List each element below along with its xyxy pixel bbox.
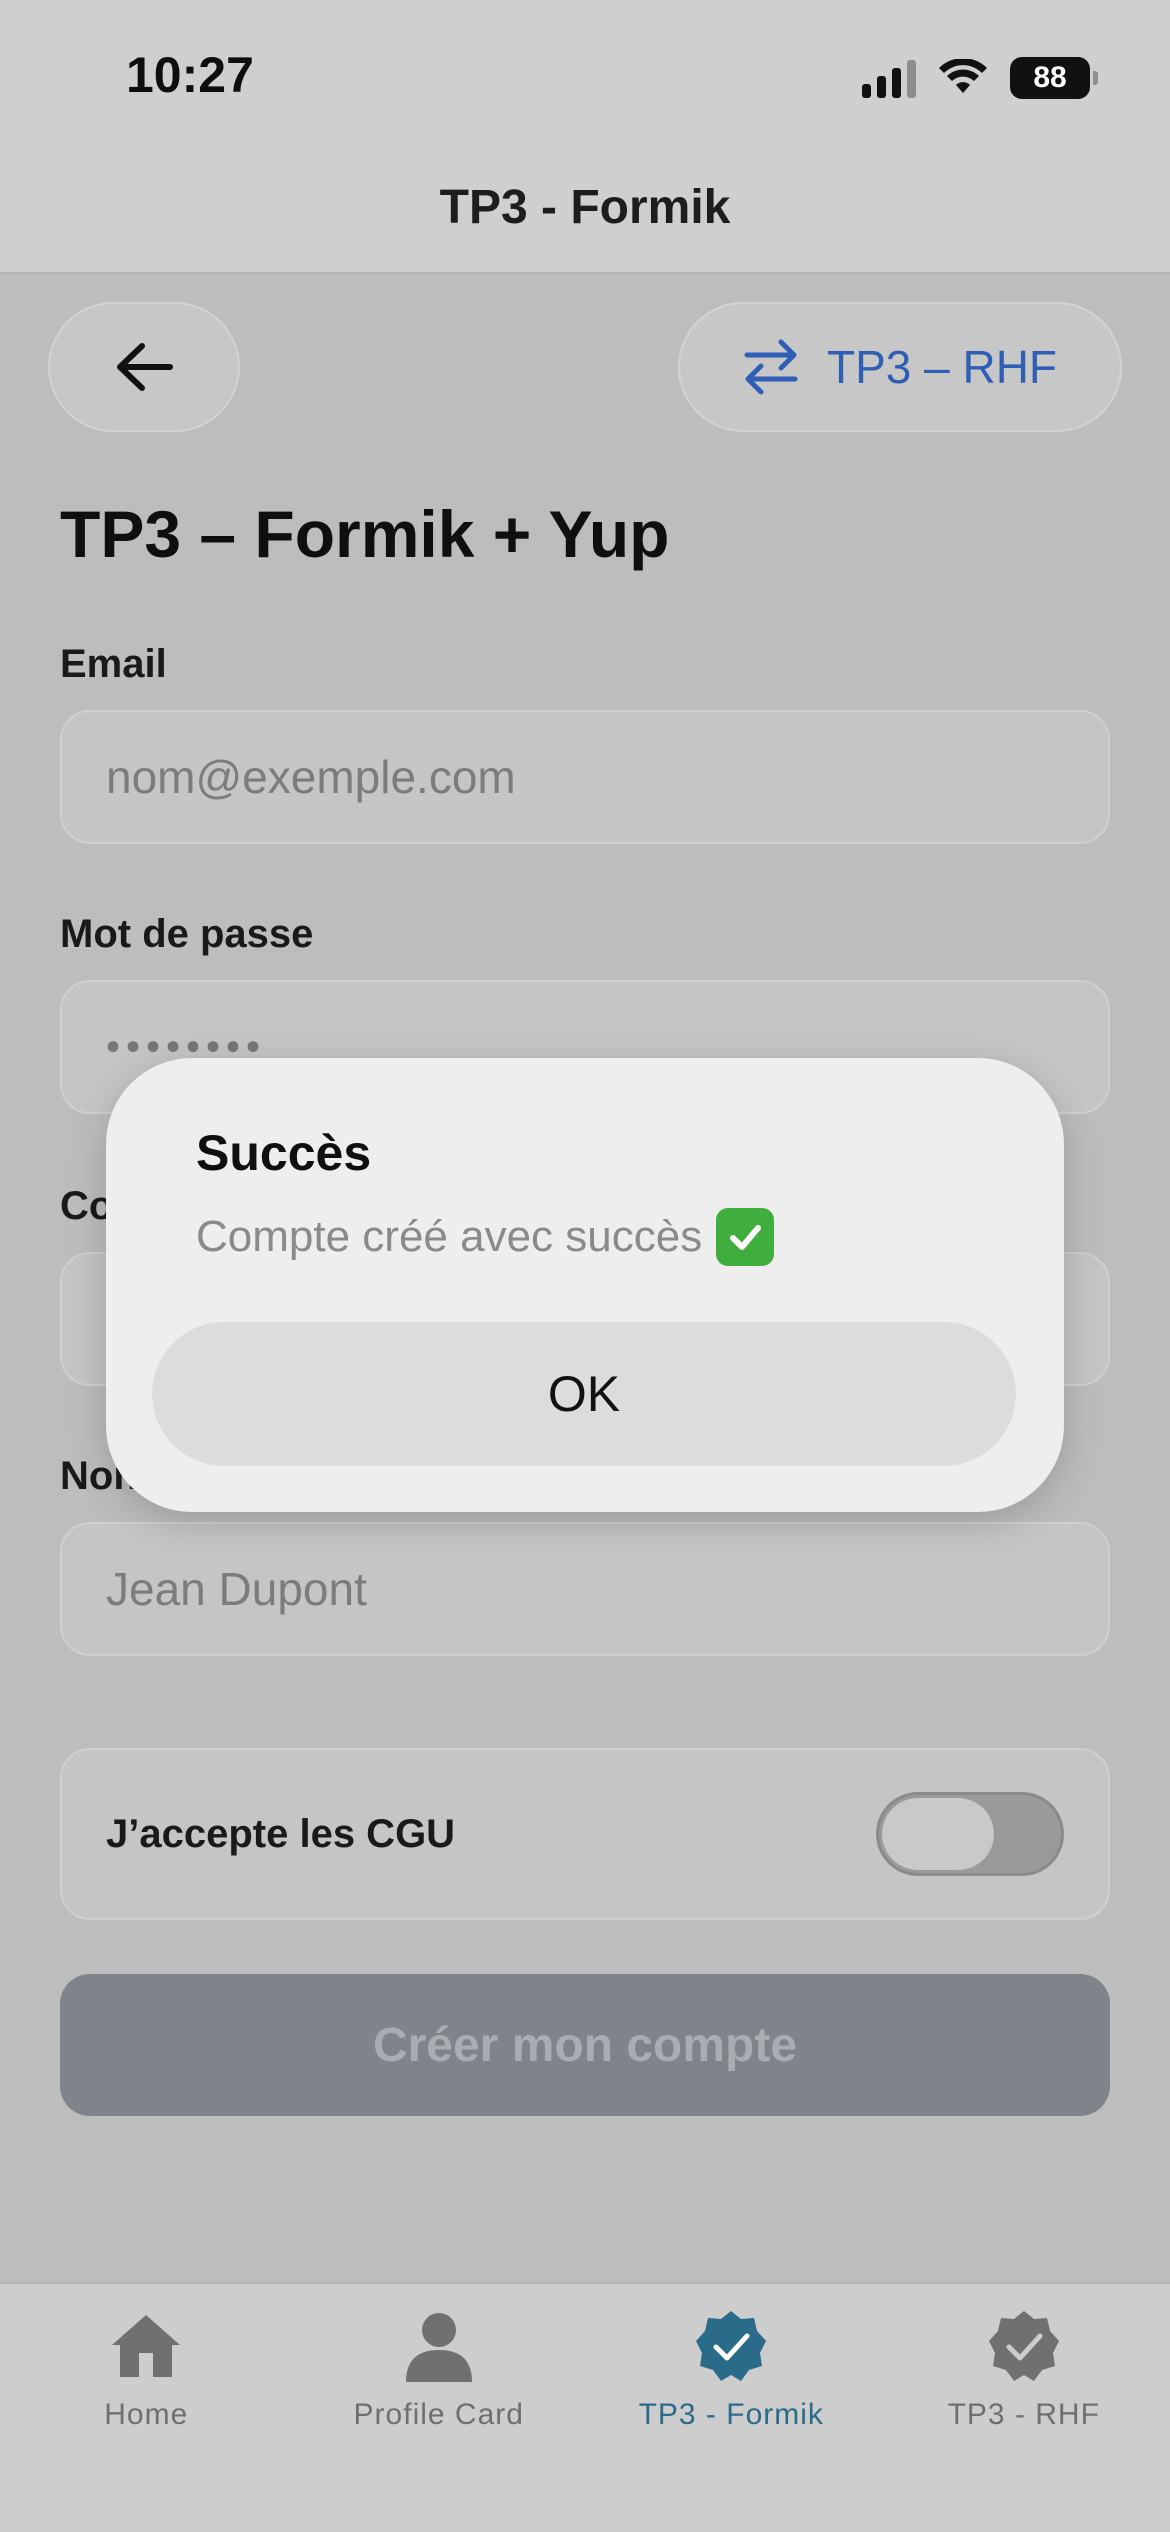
status-icons: 88: [862, 56, 1098, 100]
top-header: 10:27 88 TP3 - Formik: [0, 0, 1170, 274]
status-time: 10:27: [126, 47, 254, 103]
check-mark-button-icon: [716, 1208, 775, 1266]
battery-icon: 88: [1010, 57, 1098, 99]
cgu-row: J’accepte les CGU: [60, 1748, 1110, 1920]
tab-tp3-formik[interactable]: TP3 - Formik: [585, 2284, 878, 2532]
password-label: Mot de passe: [60, 912, 314, 956]
tab-bar: Home Profile Card TP3 - Formik TP3 - RHF: [0, 2282, 1170, 2532]
alert-message: Compte créé avec succès: [196, 1212, 703, 1261]
person-icon: [399, 2308, 479, 2384]
tab-profile-card[interactable]: Profile Card: [293, 2284, 586, 2532]
alert-title: Succès: [196, 1125, 372, 1181]
swap-arrows-icon: [744, 339, 798, 395]
tab-tp3-rhf-label: TP3 - RHF: [947, 2398, 1100, 2431]
nav-title: TP3 - Formik: [439, 181, 731, 234]
toggle-knob: [882, 1798, 994, 1870]
app-screen: 10:27 88 TP3 - Formik TP3 – RHF TP3 – Fo…: [0, 0, 1170, 2532]
tab-tp3-rhf[interactable]: TP3 - RHF: [878, 2284, 1170, 2532]
cgu-toggle[interactable]: [876, 1792, 1064, 1876]
create-account-button[interactable]: Créer mon compte: [60, 1974, 1110, 2116]
alert-ok-button[interactable]: OK: [152, 1322, 1016, 1466]
tab-home[interactable]: Home: [0, 2284, 293, 2532]
back-button[interactable]: [48, 302, 240, 432]
home-icon: [106, 2308, 186, 2384]
cgu-label: J’accepte les CGU: [106, 1811, 456, 1856]
tab-home-label: Home: [104, 2398, 189, 2431]
wifi-icon: [939, 59, 987, 93]
verified-badge-icon: [691, 2308, 771, 2384]
switch-to-rhf-button[interactable]: TP3 – RHF: [678, 302, 1122, 432]
battery-level: 88: [1033, 61, 1067, 94]
page-title: TP3 – Formik + Yup: [60, 497, 670, 571]
arrow-left-icon: [117, 343, 173, 391]
signal-icon: [862, 58, 916, 98]
email-label: Email: [60, 642, 167, 686]
tab-tp3-formik-label: TP3 - Formik: [638, 2398, 824, 2431]
tab-profile-card-label: Profile Card: [353, 2398, 524, 2431]
alert-message-row: Compte créé avec succès: [196, 1208, 775, 1266]
email-field[interactable]: nom@exemple.com: [60, 710, 1110, 844]
verified-badge-icon: [984, 2308, 1064, 2384]
switch-button-label: TP3 – RHF: [826, 341, 1058, 393]
name-field[interactable]: Jean Dupont: [60, 1522, 1110, 1656]
success-alert: Succès Compte créé avec succès OK: [106, 1058, 1064, 1512]
